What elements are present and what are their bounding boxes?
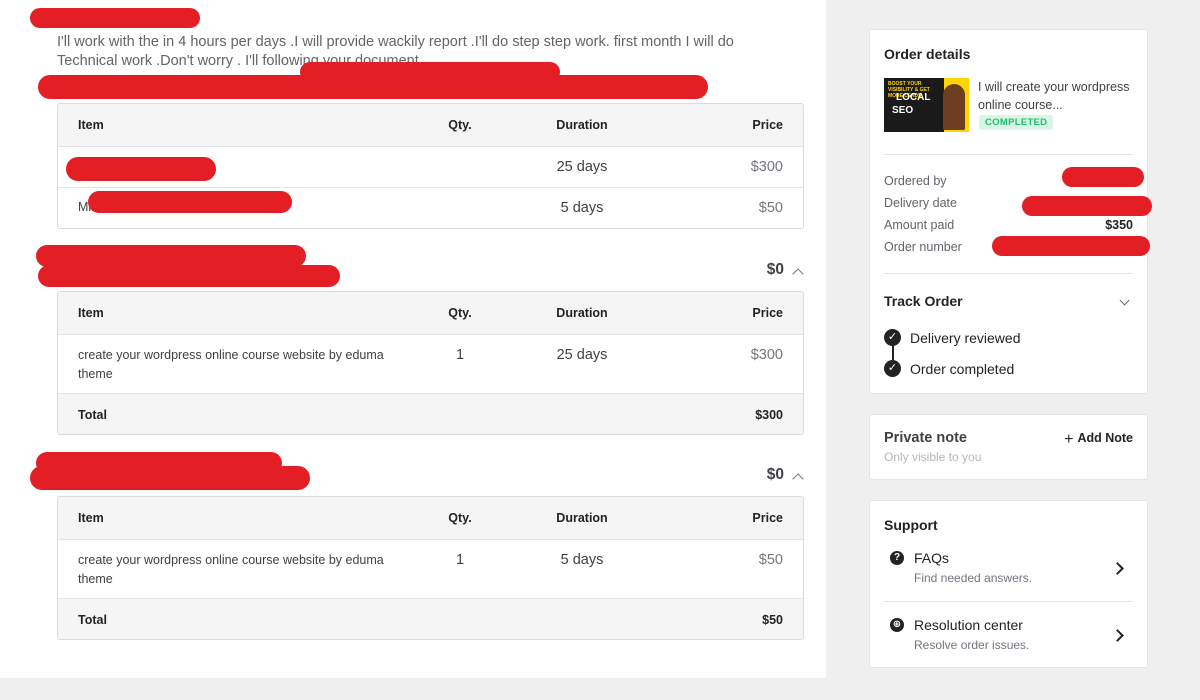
check-icon: ✓ — [884, 329, 901, 346]
order-details-title: Order details — [884, 46, 971, 62]
redaction-mark — [30, 8, 200, 28]
table-row: create your wordpress online course webs… — [58, 539, 803, 598]
status-badge: COMPLETED — [979, 115, 1054, 130]
private-note-title: Private note — [884, 430, 967, 446]
support-card: Support ? FAQs Find needed answers. ⊕ Re… — [869, 500, 1148, 668]
support-item-faqs[interactable]: ? FAQs Find needed answers. — [870, 541, 1147, 601]
support-title: Support — [884, 517, 938, 533]
track-step-label: Order completed — [910, 361, 1015, 377]
row-qty: 1 — [455, 347, 465, 363]
header-duration: Duration — [556, 306, 608, 320]
header-qty: Qty. — [448, 511, 472, 525]
redaction-mark — [992, 236, 1150, 256]
header-qty: Qty. — [448, 118, 472, 132]
add-note-button[interactable]: + Add Note — [1064, 431, 1133, 449]
chevron-right-icon — [1111, 629, 1124, 642]
redaction-mark — [38, 265, 340, 287]
redaction-mark — [88, 191, 292, 213]
redaction-mark — [1062, 167, 1144, 187]
chevron-up-icon[interactable] — [792, 473, 804, 485]
total-label: Total — [78, 408, 107, 422]
order-main-panel: I'll work with the in 4 hours per days .… — [0, 0, 826, 678]
ordered-by-label: Ordered by — [884, 174, 947, 188]
divider — [884, 154, 1133, 155]
header-item: Item — [78, 118, 104, 132]
question-icon: ? — [890, 551, 904, 565]
support-item-subtitle: Find needed answers. — [914, 571, 1033, 585]
row-duration: 5 days — [560, 200, 604, 216]
gig-thumbnail[interactable]: BOOST YOUR VISIBILITY & GET MORE LEADS L… — [884, 78, 969, 132]
support-item-subtitle: Resolve order issues. — [914, 638, 1030, 652]
private-note-subtitle: Only visible to you — [884, 450, 982, 464]
redaction-mark — [36, 245, 306, 267]
header-qty: Qty. — [448, 306, 472, 320]
table-header: Item Qty. Duration Price — [58, 292, 803, 334]
redaction-mark — [300, 62, 560, 82]
amount-paid-value: $350 — [1105, 218, 1133, 232]
chevron-down-icon[interactable] — [1119, 295, 1130, 306]
header-price: Price — [752, 118, 783, 132]
redaction-mark — [66, 157, 216, 181]
header-price: Price — [752, 511, 783, 525]
header-duration: Duration — [556, 511, 608, 525]
gig-title-link[interactable]: I will create your wordpress online cour… — [978, 78, 1138, 114]
add-note-label: Add Note — [1077, 431, 1133, 445]
support-item-title: FAQs — [914, 550, 950, 566]
section-amount: $0 — [766, 466, 784, 483]
header-item: Item — [78, 306, 104, 320]
redaction-mark — [1022, 196, 1152, 216]
row-duration: 25 days — [556, 347, 608, 363]
private-note-card: Private note Only visible to you + Add No… — [869, 414, 1148, 480]
total-value: $300 — [755, 408, 783, 422]
row-qty: 1 — [455, 552, 465, 568]
delivery-date-label: Delivery date — [884, 196, 957, 210]
divider — [884, 601, 1133, 602]
row-duration: 5 days — [560, 552, 604, 568]
support-item-title: Resolution center — [914, 617, 1023, 633]
support-item-resolution-center[interactable]: ⊕ Resolution center Resolve order issues… — [870, 608, 1147, 666]
lifebuoy-icon: ⊕ — [890, 618, 904, 632]
thumb-local: LOCAL — [896, 92, 931, 103]
row-item: create your wordpress online course webs… — [78, 348, 384, 381]
row-item: create your wordpress online course webs… — [78, 553, 384, 586]
divider — [884, 273, 1133, 274]
total-value: $50 — [762, 613, 783, 627]
milestone-items-table: Item Qty. Duration Price create your wor… — [57, 496, 804, 640]
chevron-up-icon[interactable] — [792, 268, 804, 280]
track-order-title[interactable]: Track Order — [884, 293, 963, 309]
total-label: Total — [78, 613, 107, 627]
milestone-items-table: Item Qty. Duration Price create your wor… — [57, 291, 804, 435]
table-header: Item Qty. Duration Price — [58, 497, 803, 539]
chevron-right-icon — [1111, 562, 1124, 575]
row-price: $50 — [758, 200, 783, 216]
row-price: $300 — [750, 347, 783, 363]
section-amount: $0 — [766, 261, 784, 278]
thumb-seo: SEO — [892, 105, 914, 116]
amount-paid-label: Amount paid — [884, 218, 955, 232]
header-item: Item — [78, 511, 104, 525]
row-price: $50 — [758, 552, 783, 568]
track-step-label: Delivery reviewed — [910, 330, 1021, 346]
table-total-row: Total $50 — [58, 598, 803, 639]
row-duration: 25 days — [556, 159, 608, 175]
header-duration: Duration — [556, 118, 608, 132]
order-details-card: Order details BOOST YOUR VISIBILITY & GE… — [869, 29, 1152, 394]
order-number-label: Order number — [884, 240, 962, 254]
redaction-mark — [30, 466, 310, 490]
row-price: $300 — [750, 159, 783, 175]
step-connector — [892, 346, 894, 360]
avatar — [943, 84, 965, 130]
check-icon: ✓ — [884, 360, 901, 377]
table-header: Item Qty. Duration Price — [58, 104, 803, 146]
header-price: Price — [752, 306, 783, 320]
plus-icon: + — [1064, 431, 1074, 448]
table-total-row: Total $300 — [58, 393, 803, 434]
table-row: create your wordpress online course webs… — [58, 334, 803, 393]
